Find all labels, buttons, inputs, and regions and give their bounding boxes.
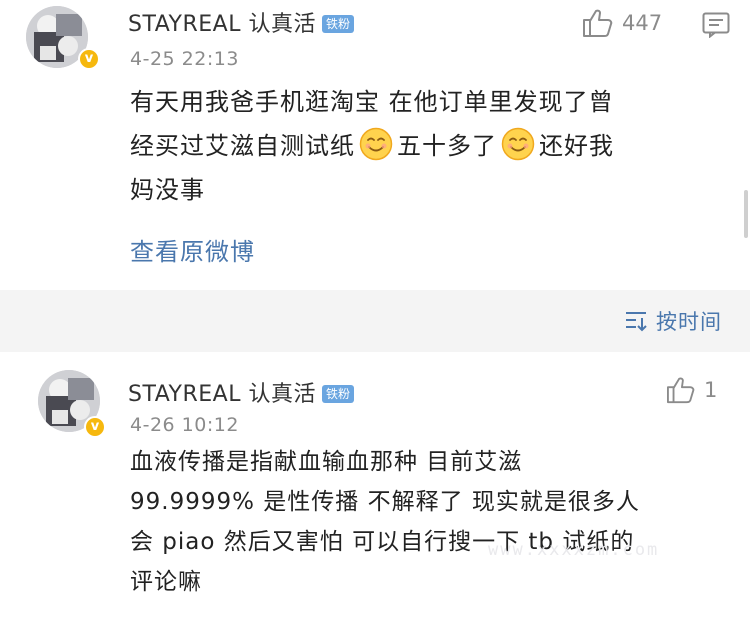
smile-emoji-icon [359,127,393,161]
post-time: 4-25 22:13 [130,48,239,70]
thumbs-up-icon [583,9,613,37]
comment-line: 血液传播是指献血输血那种 目前艾滋 [130,449,523,475]
post-like-count: 447 [622,11,663,35]
comment-time: 4-26 10:12 [130,414,239,436]
post-line-segment: 经买过艾滋自测试纸 [130,132,355,160]
post-line: 有天用我爸手机逛淘宝 在他订单里发现了曾 [130,88,614,116]
site-watermark: www.xxxxzm.com [488,540,660,560]
original-post: v STAYREAL 认真活 铁粉 4-25 22:13 447 有天用我爸手机逛… [0,0,750,290]
comment-username-text[interactable]: STAYREAL 认真活 [128,382,316,407]
sort-label: 按时间 [656,310,722,334]
sort-icon [626,312,647,332]
view-original-link[interactable]: 查看原微博 [130,232,255,267]
weibo-comment-page: v STAYREAL 认真活 铁粉 4-25 22:13 447 有天用我爸手机逛… [0,0,750,617]
comment-item: v STAYREAL 认真活 铁粉 4-26 10:12 1 血液传播是指献血输血… [0,352,750,617]
post-line-segment: 五十多了 [397,132,497,160]
post-username[interactable]: STAYREAL 认真活 铁粉 [128,6,354,38]
scrollbar-thumb[interactable] [744,190,748,238]
post-content: 有天用我爸手机逛淘宝 在他订单里发现了曾 经买过艾滋自测试纸 五十多了 还好我 … [130,80,614,212]
thumbs-up-icon [667,377,695,404]
comment-sort-bar: 按时间 [0,290,750,352]
sort-by-time-button[interactable]: 按时间 [624,306,722,336]
post-line: 妈没事 [130,176,205,204]
verified-badge-icon: v [78,48,100,70]
comment-like-count: 1 [704,378,718,402]
post-like-button[interactable]: 447 [582,8,662,38]
comment-like-button[interactable]: 1 [666,376,717,404]
post-line-segment: 还好我 [539,132,614,160]
post-username-text[interactable]: STAYREAL 认真活 [128,12,316,37]
fan-badge: 铁粉 [321,15,354,33]
post-line: 经买过艾滋自测试纸 五十多了 还好我 [130,124,614,168]
comment-username[interactable]: STAYREAL 认真活 铁粉 [128,376,354,408]
fan-badge: 铁粉 [321,385,354,403]
comment-line: 99.9999% 是性传播 不解释了 现实就是很多人 [130,489,640,515]
verified-badge-icon: v [84,416,106,438]
comment-reply-icon[interactable] [702,12,730,42]
comment-content: 血液传播是指献血输血那种 目前艾滋 99.9999% 是性传播 不解释了 现实就… [130,442,640,602]
comment-line: 评论嘛 [130,569,202,595]
smile-emoji-icon [501,127,535,161]
